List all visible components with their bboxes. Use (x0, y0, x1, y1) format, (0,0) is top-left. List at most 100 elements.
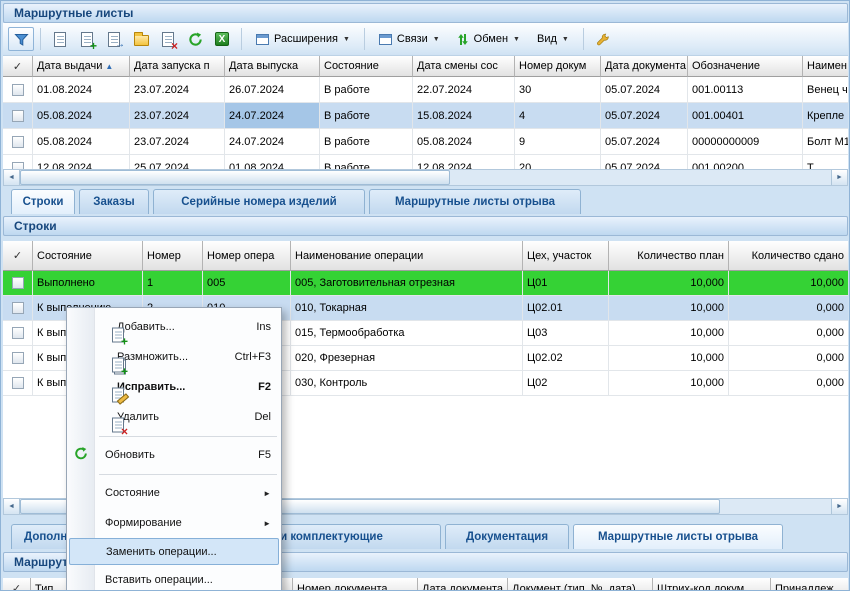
menu-item-replace-operations[interactable]: Заменить операции... (69, 538, 279, 565)
open-folder-button[interactable] (128, 27, 154, 51)
delete-document-button[interactable] (155, 27, 181, 51)
scroll-right-button[interactable]: ► (831, 499, 847, 514)
grid-cell: 23.07.2024 (130, 103, 225, 129)
new-document-button[interactable] (47, 27, 73, 51)
grid-cell: Ц02 (523, 371, 609, 396)
col-workshop[interactable]: Цех, участок (523, 241, 609, 271)
row-checkbox[interactable] (12, 277, 24, 289)
col-barcode[interactable]: Штрих-код докум (653, 578, 771, 591)
tab-route-sheets-tearoff[interactable]: Маршрутные листы отрыва (369, 189, 581, 214)
grid-cell: 030, Контроль (291, 371, 523, 396)
col-doc-number[interactable]: Номер документа (293, 578, 418, 591)
scroll-left-button[interactable]: ◄ (4, 170, 20, 185)
menu-item-state[interactable]: Состояние ► (67, 478, 281, 508)
route-sheet-row[interactable]: 01.08.2024 23.07.2024 26.07.2024 В работ… (3, 77, 848, 103)
select-all-header[interactable]: ✓ (3, 578, 31, 591)
menu-item-forming[interactable]: Формирование ► (67, 508, 281, 538)
tab-route-sheets-tearoff-bottom[interactable]: Маршрутные листы отрыва (573, 524, 783, 549)
col-doc-date[interactable]: Дата документа (601, 56, 688, 77)
insert-document-button[interactable] (101, 27, 127, 51)
scroll-right-icon: ► (836, 503, 843, 510)
excel-export-button[interactable]: X (209, 27, 235, 51)
menu-item-refresh[interactable]: Обновить F5 (67, 440, 281, 470)
tab-stroki[interactable]: Строки (11, 189, 75, 214)
route-sheet-row-selected[interactable]: 05.08.2024 23.07.2024 24.07.2024 В работ… (3, 103, 848, 129)
row-checkbox[interactable] (12, 162, 24, 170)
col-belonging[interactable]: Принадлеж (771, 578, 848, 591)
select-all-header[interactable]: ✓ (3, 56, 33, 77)
grid-cell: 0,000 (729, 296, 848, 321)
menu-item-add[interactable]: Добавить... Ins (67, 312, 281, 342)
route-sheet-row[interactable]: 12.08.2024 25.07.2024 01.08.2024 В работ… (3, 155, 848, 169)
grid-cell: 0,000 (729, 321, 848, 346)
grid-cell: 10,000 (609, 296, 729, 321)
refresh-button[interactable] (182, 27, 208, 51)
operation-row-done[interactable]: Выполнено 1 005 005, Заготовительная отр… (3, 271, 848, 296)
operations-grid-header: ✓ Состояние Номер Номер опера Наименован… (3, 241, 848, 271)
exchange-dropdown[interactable]: Обмен ▼ (449, 27, 528, 51)
add-document-button[interactable] (74, 27, 100, 51)
col-op-state[interactable]: Состояние (33, 241, 143, 271)
row-checkbox[interactable] (12, 302, 24, 314)
grid-cell: Ц02.02 (523, 346, 609, 371)
row-checkbox[interactable] (12, 377, 24, 389)
col-qty-done[interactable]: Количество сдано (729, 241, 848, 271)
grid-cell: 05.07.2024 (601, 129, 688, 155)
col-issue-date[interactable]: Дата выдачи▲ (33, 56, 130, 77)
delete-document-icon (112, 417, 124, 432)
top-grid-hscrollbar[interactable]: ◄ ► (3, 169, 848, 186)
delete-document-icon (162, 32, 174, 47)
toolbar-separator (40, 28, 41, 50)
tab-serial-numbers[interactable]: Серийные номера изделий (153, 189, 365, 214)
col-qty-plan[interactable]: Количество план (609, 241, 729, 271)
select-all-header[interactable]: ✓ (3, 241, 33, 271)
col-op-name[interactable]: Наименование операции (291, 241, 523, 271)
menu-separator (67, 432, 281, 440)
exchange-icon (457, 33, 469, 46)
edit-document-icon (112, 387, 124, 402)
filter-button[interactable] (8, 27, 34, 51)
menu-item-insert-operations[interactable]: Вставить операции... (67, 565, 281, 591)
scroll-left-button[interactable]: ◄ (4, 499, 20, 514)
row-checkbox[interactable] (12, 327, 24, 339)
scroll-right-button[interactable]: ► (831, 170, 847, 185)
col-doc-number[interactable]: Номер докум (515, 56, 601, 77)
menu-item-delete[interactable]: Удалить Del (67, 402, 281, 432)
extensions-dropdown[interactable]: Расширения ▼ (248, 27, 358, 51)
row-checkbox[interactable] (12, 110, 24, 122)
col-op-number[interactable]: Номер опера (203, 241, 291, 271)
menu-item-edit[interactable]: Исправить... F2 (67, 372, 281, 402)
col-state[interactable]: Состояние (320, 56, 413, 77)
submenu-arrow-icon: ► (263, 519, 271, 528)
col-doc-date[interactable]: Дата документа (418, 578, 508, 591)
grid-cell: 30 (515, 77, 601, 103)
route-sheet-row[interactable]: 05.08.2024 23.07.2024 24.07.2024 В работ… (3, 129, 848, 155)
tab-zakazy[interactable]: Заказы (79, 189, 149, 214)
col-state-change-date[interactable]: Дата смены сос (413, 56, 515, 77)
col-launch-date[interactable]: Дата запуска п (130, 56, 225, 77)
col-release-date[interactable]: Дата выпуска (225, 56, 320, 77)
menu-item-duplicate[interactable]: Размножить... Ctrl+F3 (67, 342, 281, 372)
row-checkbox[interactable] (12, 84, 24, 96)
view-dropdown[interactable]: Вид ▼ (529, 27, 577, 51)
grid-cell: 05.07.2024 (601, 103, 688, 129)
col-doc-full[interactable]: Документ (тип, №, дата) (508, 578, 653, 591)
grid-cell: 10,000 (609, 371, 729, 396)
open-folder-icon (134, 35, 149, 46)
links-dropdown[interactable]: Связи ▼ (371, 27, 448, 51)
duplicate-document-icon (112, 357, 124, 372)
col-designation[interactable]: Обозначение (688, 56, 803, 77)
row-checkbox[interactable] (12, 352, 24, 364)
links-icon (379, 34, 392, 45)
grid-cell: 005, Заготовительная отрезная (291, 271, 523, 296)
row-checkbox[interactable] (12, 136, 24, 148)
grid-cell: Выполнено (33, 271, 143, 296)
scroll-track[interactable] (20, 170, 831, 185)
grid-cell: 25.07.2024 (130, 155, 225, 169)
chevron-down-icon: ▼ (562, 36, 569, 43)
settings-button[interactable] (590, 27, 616, 51)
scroll-thumb[interactable] (20, 170, 450, 185)
col-op-row-number[interactable]: Номер (143, 241, 203, 271)
tab-documentation[interactable]: Документация (445, 524, 569, 549)
col-name[interactable]: Наимен (803, 56, 848, 77)
